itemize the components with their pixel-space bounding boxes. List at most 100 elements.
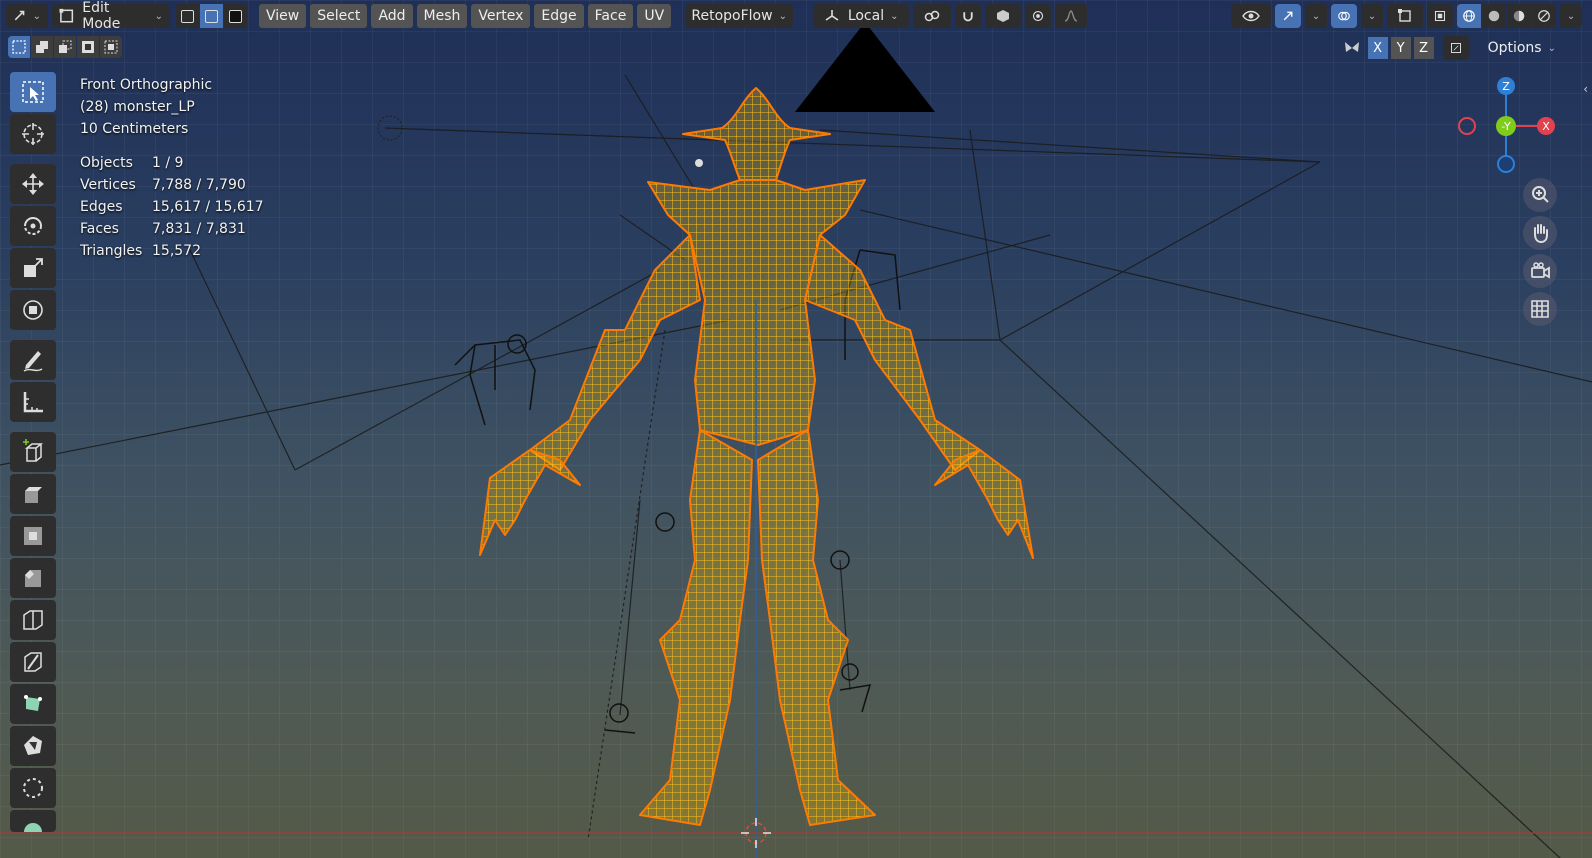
auto-merge-toggle[interactable] (1442, 36, 1469, 60)
snap-toggle[interactable] (955, 4, 982, 28)
overlays-toggle[interactable] (1331, 4, 1357, 28)
vertex-select-icon (181, 9, 194, 23)
select-invert-button[interactable] (77, 36, 99, 58)
mode-dropdown[interactable]: Edit Mode ⌄ (52, 0, 170, 32)
transform-orientation-dropdown[interactable]: Local ⌄ (813, 4, 910, 28)
menu-face[interactable]: Face (587, 4, 634, 28)
mirror-x-toggle[interactable]: X (1367, 37, 1388, 59)
inset-icon (24, 527, 42, 545)
header-right: ⌄ ⌄ ⌄ (1231, 4, 1592, 28)
select-extend-button[interactable] (31, 36, 53, 58)
pivot-point-dropdown[interactable] (913, 4, 952, 28)
zoom-button[interactable] (1523, 178, 1557, 212)
select-intersect-button[interactable] (100, 36, 122, 58)
tool-spin[interactable] (10, 726, 56, 766)
tool-move[interactable] (10, 164, 56, 204)
tool-smooth[interactable] (10, 768, 56, 808)
menu-view[interactable]: View (259, 4, 307, 28)
camera-icon (1531, 262, 1550, 279)
mesh-edit-overlays[interactable] (1387, 4, 1423, 28)
solid-shading-button[interactable] (1482, 4, 1506, 28)
face-select-button[interactable] (224, 4, 247, 28)
blender-window: ⌄ Edit Mode ⌄ View Select Add Mesh Verte… (0, 0, 1592, 858)
viewport-header: ⌄ Edit Mode ⌄ View Select Add Mesh Verte… (0, 0, 1592, 32)
perspective-toggle-button[interactable] (1523, 292, 1557, 326)
tool-shrink[interactable] (10, 810, 56, 832)
visibility-dropdown[interactable] (1231, 4, 1271, 28)
select-new-button[interactable] (8, 36, 30, 58)
scale-icon (24, 258, 43, 277)
magnet-icon (963, 12, 973, 22)
grab-handle (695, 159, 703, 167)
mirror-z-toggle[interactable]: Z (1413, 37, 1434, 59)
gizmo-dropdown[interactable]: ⌄ (1305, 4, 1327, 28)
wireframe-shading-button[interactable] (1457, 4, 1481, 28)
link-icon (924, 10, 940, 22)
vertex-select-button[interactable] (176, 4, 199, 28)
menu-edge[interactable]: Edge (534, 4, 584, 28)
select-intersect-icon (104, 40, 118, 54)
butterfly-icon (1344, 42, 1359, 52)
tool-select-box[interactable] (10, 72, 56, 112)
tool-scale[interactable] (10, 248, 56, 288)
camera-view-button[interactable] (1523, 254, 1557, 288)
shading-dropdown[interactable]: ⌄ (1560, 4, 1582, 28)
tool-measure[interactable] (10, 382, 56, 422)
navigation-gizmo[interactable]: Z X -Y (1455, 74, 1555, 174)
edge-select-button[interactable] (200, 4, 223, 28)
overlays-icon (1338, 11, 1350, 21)
tool-cursor[interactable] (10, 114, 56, 154)
transform-icon (23, 300, 43, 320)
pan-button[interactable] (1523, 216, 1557, 250)
xray-toggle[interactable] (1427, 4, 1453, 28)
menu-add[interactable]: Add (371, 4, 413, 28)
gizmo-toggle[interactable] (1275, 4, 1301, 28)
sidebar-expand-icon[interactable]: ‹ (1583, 82, 1588, 96)
tool-loop-cut[interactable] (10, 600, 56, 640)
tool-annotate[interactable] (10, 340, 56, 380)
tool-inset[interactable] (10, 516, 56, 556)
wireframe-sphere-icon (1463, 10, 1475, 22)
menu-mesh[interactable]: Mesh (416, 4, 468, 28)
stat-value: 7,788 / 7,790 (152, 177, 246, 193)
stat-value: 15,617 / 15,617 (152, 199, 264, 215)
stat-label: Edges (80, 199, 123, 215)
gizmo-x-negative[interactable] (1458, 117, 1476, 135)
editor-type-button[interactable]: ⌄ (6, 4, 48, 28)
menu-select[interactable]: Select (310, 4, 368, 28)
face-select-icon (229, 9, 242, 23)
menu-uv[interactable]: UV (637, 4, 672, 28)
material-sphere-icon (1513, 10, 1525, 22)
tool-extrude[interactable] (10, 474, 56, 514)
hand-icon (1534, 224, 1548, 244)
auto-merge-icon (1450, 43, 1461, 53)
tool-add-cube[interactable] (10, 432, 56, 472)
rendered-shading-button[interactable] (1532, 4, 1556, 28)
tool-knife[interactable] (10, 642, 56, 682)
retopoflow-dropdown[interactable]: RetopoFlow ⌄ (685, 4, 794, 28)
tool-transform[interactable] (10, 290, 56, 330)
overlays-dropdown[interactable]: ⌄ (1361, 4, 1383, 28)
extrude-icon (25, 487, 42, 503)
options-label: Options (1487, 40, 1542, 56)
falloff-dropdown[interactable] (1055, 4, 1088, 28)
poly-build-icon (24, 695, 42, 711)
tool-rotate[interactable] (10, 206, 56, 246)
material-shading-button[interactable] (1507, 4, 1531, 28)
menu-vertex[interactable]: Vertex (471, 4, 531, 28)
select-subtract-button[interactable] (54, 36, 76, 58)
options-dropdown[interactable]: Options ⌄ (1478, 36, 1566, 60)
annotate-icon (23, 351, 43, 372)
gizmo-z-negative[interactable] (1497, 155, 1515, 173)
mirror-y-toggle[interactable]: Y (1390, 37, 1411, 59)
grid-scale-label: 10 Centimeters (80, 121, 189, 137)
gizmo-z-label: Z (1502, 80, 1510, 93)
tool-bevel[interactable] (10, 558, 56, 598)
smooth-icon (23, 778, 43, 798)
tool-poly-build[interactable] (10, 684, 56, 724)
proportional-edit-toggle[interactable] (1025, 4, 1052, 28)
snap-target-dropdown[interactable] (985, 4, 1022, 28)
stat-value: 1 / 9 (152, 155, 184, 171)
select-invert-icon (82, 41, 94, 53)
shrink-icon (24, 823, 42, 832)
